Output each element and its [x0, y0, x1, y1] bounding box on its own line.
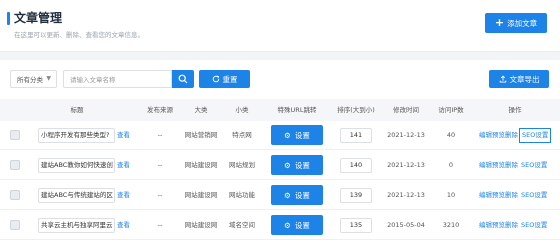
reset-label: 重置	[222, 74, 238, 84]
column-actions: 操作	[508, 106, 522, 114]
special-url-settings-button[interactable]: ⚙ 设置	[271, 125, 323, 145]
refresh-icon	[212, 75, 219, 83]
seo-settings-link[interactable]: SEO设置	[521, 151, 547, 180]
subcategory-cell: 域名空间	[229, 221, 255, 229]
source-cell: --	[157, 221, 163, 229]
sort-field[interactable]: 141	[340, 128, 372, 143]
table-row: 建站ABC与传统建站的区 查看 -- 网站建设网 网站功能 ⚙ 设置 139 2…	[0, 181, 560, 210]
source-cell: --	[157, 191, 163, 199]
column-sort: 排序(大到小)	[337, 106, 375, 114]
title-accent-bar	[7, 12, 10, 25]
column-special-url: 特殊URL跳转	[277, 106, 317, 114]
column-ip-count: 访问IP数	[438, 106, 464, 114]
search-input[interactable]: 请输入文章名称	[63, 70, 172, 88]
edit-link[interactable]: 编辑	[479, 151, 492, 180]
preview-link[interactable]: 预览	[492, 211, 505, 240]
seo-settings-link[interactable]: SEO设置	[519, 128, 552, 143]
modified-cell: 2021-12-13	[387, 191, 425, 199]
category-select[interactable]: 所有分类 ▼	[10, 70, 57, 88]
settings-label: 设置	[294, 190, 310, 200]
settings-label: 设置	[294, 160, 310, 170]
column-title: 标题	[70, 106, 84, 114]
table-row: 建站ABC教你如何快速创 查看 -- 网站建设网 网站规划 ⚙ 设置 140 2…	[0, 151, 560, 180]
seo-settings-link[interactable]: SEO设置	[521, 181, 547, 210]
category-cell: 网站建设网	[184, 221, 218, 229]
category-select-value: 所有分类	[17, 76, 43, 84]
export-label: 文章导出	[509, 74, 540, 84]
subcategory-cell: 网站功能	[229, 191, 255, 199]
row-checkbox[interactable]	[10, 130, 20, 140]
reset-button[interactable]: 重置	[199, 70, 250, 88]
column-source: 发布来源	[147, 106, 173, 114]
page-header: 文章管理 在这里可以更新、删除、查看您的文章信息。 + 添加文章	[0, 0, 560, 52]
add-article-button[interactable]: + 添加文章	[485, 13, 547, 33]
search-icon	[178, 74, 188, 84]
delete-link[interactable]: 删除	[505, 181, 518, 210]
preview-link[interactable]: 预览	[492, 181, 505, 210]
chevron-down-icon: ▼	[46, 75, 51, 82]
gear-icon: ⚙	[284, 160, 291, 170]
column-category: 大类	[194, 106, 208, 114]
delete-link[interactable]: 删除	[505, 211, 518, 240]
source-cell: --	[157, 131, 163, 139]
delete-link[interactable]: 删除	[505, 151, 518, 180]
subcategory-cell: 特点网	[232, 131, 252, 139]
add-article-label: 添加文章	[507, 18, 538, 28]
category-cell: 网站建设网	[184, 191, 218, 199]
upload-icon	[499, 75, 506, 83]
edit-link[interactable]: 编辑	[479, 181, 492, 210]
gear-icon: ⚙	[284, 220, 291, 230]
export-articles-button[interactable]: 文章导出	[489, 70, 549, 88]
page-subtitle: 在这里可以更新、删除、查看您的文章信息。	[14, 31, 144, 39]
table-header: 标题 发布来源 大类 小类 特殊URL跳转 排序(大到小) 修改时间 访问IP数…	[0, 99, 560, 121]
preview-link[interactable]: 预览	[492, 151, 505, 180]
edit-link[interactable]: 编辑	[479, 211, 492, 240]
modified-cell: 2015-05-04	[387, 221, 425, 229]
view-link[interactable]: 查看	[117, 181, 130, 210]
category-cell: 网站建设网	[184, 161, 218, 169]
view-link[interactable]: 查看	[117, 151, 130, 180]
special-url-settings-button[interactable]: ⚙ 设置	[271, 155, 323, 175]
row-checkbox[interactable]	[10, 190, 20, 200]
settings-label: 设置	[294, 220, 310, 230]
table-row: 共享云主机与独享阿里云 查看 -- 网站建设网 域名空间 ⚙ 设置 135 20…	[0, 211, 560, 240]
plus-icon: +	[494, 16, 505, 29]
ip-count-cell: 3210	[442, 221, 460, 229]
title-field[interactable]: 建站ABC与传统建站的区	[38, 188, 115, 203]
title-field[interactable]: 共享云主机与独享阿里云	[38, 218, 115, 233]
gear-icon: ⚙	[284, 190, 291, 200]
row-checkbox[interactable]	[10, 160, 20, 170]
sort-field[interactable]: 140	[340, 158, 372, 173]
preview-link[interactable]: 预览	[492, 121, 505, 150]
category-cell: 网站营销网	[184, 131, 218, 139]
title-field[interactable]: 建站ABC教你如何快速创	[38, 158, 115, 173]
special-url-settings-button[interactable]: ⚙ 设置	[271, 185, 323, 205]
modified-cell: 2021-12-13	[387, 161, 425, 169]
settings-label: 设置	[294, 130, 310, 140]
sort-field[interactable]: 139	[340, 188, 372, 203]
title-field[interactable]: 小程序开发有那些类型?	[38, 128, 115, 143]
column-subcategory: 小类	[235, 106, 249, 114]
special-url-settings-button[interactable]: ⚙ 设置	[271, 215, 323, 235]
view-link[interactable]: 查看	[117, 211, 130, 240]
sort-field[interactable]: 135	[340, 218, 372, 233]
seo-settings-link[interactable]: SEO设置	[521, 211, 547, 240]
modified-cell: 2021-12-13	[387, 131, 425, 139]
ip-count-cell: 40	[446, 131, 456, 139]
column-modified: 修改时间	[393, 106, 419, 114]
ip-count-cell: 0	[448, 161, 454, 169]
table-row: 小程序开发有那些类型? 查看 -- 网站营销网 特点网 ⚙ 设置 141 202…	[0, 121, 560, 150]
subcategory-cell: 网站规划	[229, 161, 255, 169]
ip-count-cell: 10	[446, 191, 456, 199]
search-button[interactable]	[172, 70, 194, 88]
row-checkbox[interactable]	[10, 220, 20, 230]
delete-link[interactable]: 删除	[505, 121, 518, 150]
gear-icon: ⚙	[284, 130, 291, 140]
view-link[interactable]: 查看	[117, 121, 130, 150]
source-cell: --	[157, 161, 163, 169]
edit-link[interactable]: 编辑	[479, 121, 492, 150]
page-title: 文章管理	[14, 11, 63, 25]
